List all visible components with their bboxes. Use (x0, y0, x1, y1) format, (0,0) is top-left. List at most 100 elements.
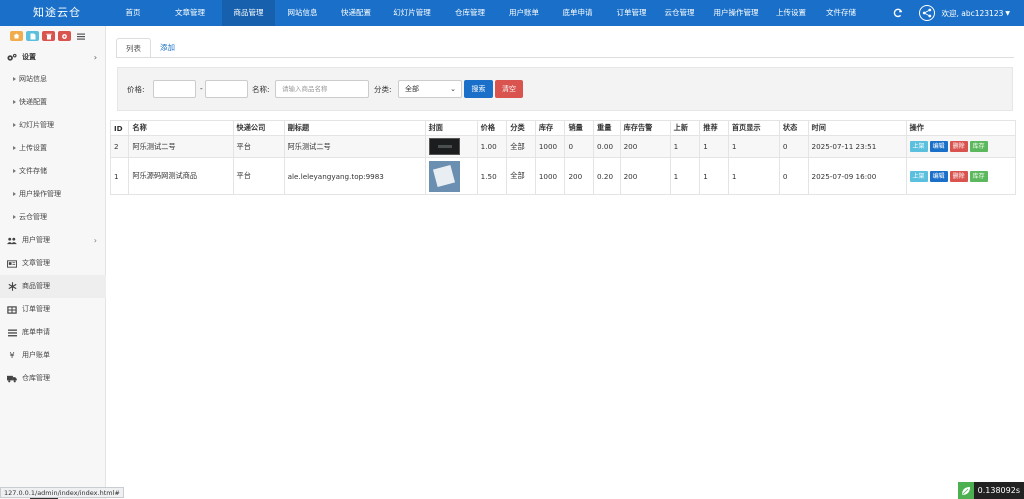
price-max-input[interactable] (205, 80, 248, 98)
sidebar-item-user-ops[interactable]: 用户操作管理 (0, 183, 106, 206)
stock-button[interactable]: 库存 (969, 170, 988, 182)
cell-category: 全部 (506, 135, 536, 158)
user-greeting[interactable]: 欢迎, abc123123 (941, 8, 1003, 19)
category-select[interactable]: 全部 ⌄ (398, 80, 462, 98)
stock-button[interactable]: 库存 (969, 141, 988, 152)
cell-home: 1 (727, 135, 780, 158)
list-toggle-icon[interactable] (74, 31, 87, 41)
sidebar-item-warehouse[interactable]: 仓库管理 (0, 367, 106, 390)
cell-price: 1.00 (476, 135, 508, 158)
col-header: 上新 (669, 120, 701, 136)
nav-item-home[interactable]: 首页 (108, 0, 158, 26)
delete-button[interactable]: 删除 (949, 170, 968, 182)
main-content: 列表 添加 价格: - 名称: 请输入商品名称 分类: 全部 ⌄ 搜索 清空 I… (106, 26, 1024, 499)
sidebar-item-storage[interactable]: 文件存储 (0, 160, 106, 183)
cell-name: 阿乐源码网测试商品 (128, 157, 234, 195)
price-min-input[interactable] (153, 80, 196, 98)
publish-button[interactable]: 上架 (909, 170, 928, 182)
edit-button[interactable]: 编辑 (929, 141, 948, 152)
col-header: 库存告警 (619, 120, 671, 136)
sidebar-item-waybill[interactable]: 底单申请 (0, 321, 106, 344)
quick-buttons (10, 31, 87, 41)
nav-item-orders[interactable]: 订单管理 (605, 0, 658, 26)
cell-status: 0 (778, 157, 809, 195)
sidebar-item-articles[interactable]: 文章管理 (0, 252, 106, 275)
col-header: 状态 (778, 120, 809, 136)
sidebar-item-bills[interactable]: ¥ 用户账单 (0, 344, 106, 367)
file-icon[interactable] (26, 31, 39, 41)
publish-button[interactable]: 上架 (909, 141, 928, 152)
delete-button[interactable]: 删除 (949, 141, 968, 152)
sidebar-item-products[interactable]: 商品管理 (0, 275, 106, 298)
caret-right-icon (13, 169, 16, 173)
select-caret-icon: ⌄ (450, 85, 456, 93)
caret-right-icon (13, 77, 16, 81)
edit-button[interactable]: 编辑 (929, 170, 948, 182)
sidebar-item-slides[interactable]: 幻灯片管理 (0, 114, 106, 137)
col-header: 封面 (424, 120, 478, 136)
tab-list[interactable]: 列表 (116, 38, 151, 58)
cell-subtitle: 阿乐测试二号 (283, 135, 426, 158)
main-nav: 首页 文章管理 商品管理 网站信息 快递配置 幻灯片管理 仓库管理 用户账单 底… (108, 0, 871, 26)
search-button[interactable]: 搜索 (464, 80, 493, 98)
nav-item-upload[interactable]: 上传设置 (771, 0, 811, 26)
cell-ops: 上架 编辑 删除 库存 (905, 135, 1017, 158)
chevron-down-icon[interactable]: ▼ (1005, 10, 1010, 17)
price-dash: - (200, 84, 203, 93)
gear-icon[interactable] (58, 31, 71, 41)
sidebar-item-express[interactable]: 快递配置 (0, 91, 106, 114)
nav-item-articles[interactable]: 文章管理 (158, 0, 222, 26)
cell-id: 1 (109, 157, 130, 195)
cell-ops: 上架 编辑 删除 库存 (905, 157, 1017, 195)
nav-item-site-info[interactable]: 网站信息 (275, 0, 330, 26)
caret-right-icon (13, 123, 16, 127)
nav-item-cloud[interactable]: 云仓管理 (658, 0, 701, 26)
name-search-input[interactable]: 请输入商品名称 (275, 80, 369, 98)
sidebar-item-orders[interactable]: 订单管理 (0, 298, 106, 321)
nav-item-products[interactable]: 商品管理 (222, 0, 275, 26)
sidebar-item-cloud[interactable]: 云仓管理 (0, 206, 106, 229)
cell-time: 2025-07-09 16:00 (807, 157, 907, 195)
col-header: 时间 (807, 120, 907, 136)
yen-icon: ¥ (9, 351, 15, 360)
cell-recommend: 1 (699, 157, 729, 195)
col-header: ID (109, 120, 130, 136)
cell-weight: 0.20 (593, 157, 621, 195)
nav-item-storage[interactable]: 文件存储 (811, 0, 871, 26)
cell-time: 2025-07-11 23:51 (807, 135, 907, 158)
trash-icon[interactable] (42, 31, 55, 41)
sidebar-item-users[interactable]: 用户管理 › (0, 229, 106, 252)
cell-status: 0 (778, 135, 809, 158)
sidebar-item-settings[interactable]: 设置 › (0, 46, 106, 68)
caret-right-icon (13, 100, 16, 104)
sidebar-menu: 设置 › 网站信息 快递配置 幻灯片管理 上传设置 文件存储 用户操作管理 云仓… (0, 46, 106, 390)
refresh-icon[interactable] (891, 6, 905, 20)
nav-item-warehouse[interactable]: 仓库管理 (442, 0, 498, 26)
product-table: ID 名称 快递公司 副标题 封面 价格 分类 库存 销量 重量 库存告警 上新… (109, 120, 1017, 195)
nav-item-user-ops[interactable]: 用户操作管理 (701, 0, 771, 26)
cell-alert: 200 (619, 135, 671, 158)
clear-button[interactable]: 清空 (495, 80, 523, 98)
table-header-row: ID 名称 快递公司 副标题 封面 价格 分类 库存 销量 重量 库存告警 上新… (109, 120, 1017, 136)
col-header: 操作 (905, 120, 1017, 136)
debug-timer[interactable]: 0.138092s (957, 482, 1024, 499)
cover-image[interactable] (428, 160, 460, 192)
order-icon (7, 305, 17, 314)
nav-item-slides[interactable]: 幻灯片管理 (382, 0, 442, 26)
cell-name: 阿乐测试二号 (128, 135, 234, 158)
filter-panel: 价格: - 名称: 请输入商品名称 分类: 全部 ⌄ 搜索 清空 (117, 67, 1013, 111)
tab-add[interactable]: 添加 (151, 38, 184, 58)
sidebar-item-upload[interactable]: 上传设置 (0, 137, 106, 160)
truck-icon (7, 374, 17, 383)
cover-image[interactable] (428, 138, 460, 155)
nav-item-bills[interactable]: 用户账单 (498, 0, 550, 26)
users-icon (7, 236, 17, 245)
tab-divider (116, 57, 1014, 58)
share-icon[interactable] (919, 5, 936, 21)
brand-logo[interactable]: 知途云仓 (33, 0, 81, 26)
sidebar-item-site-info[interactable]: 网站信息 (0, 68, 106, 91)
home-icon[interactable] (10, 31, 23, 41)
nav-item-express[interactable]: 快递配置 (330, 0, 382, 26)
nav-item-waybill[interactable]: 底单申请 (550, 0, 605, 26)
list-icon (7, 328, 17, 337)
